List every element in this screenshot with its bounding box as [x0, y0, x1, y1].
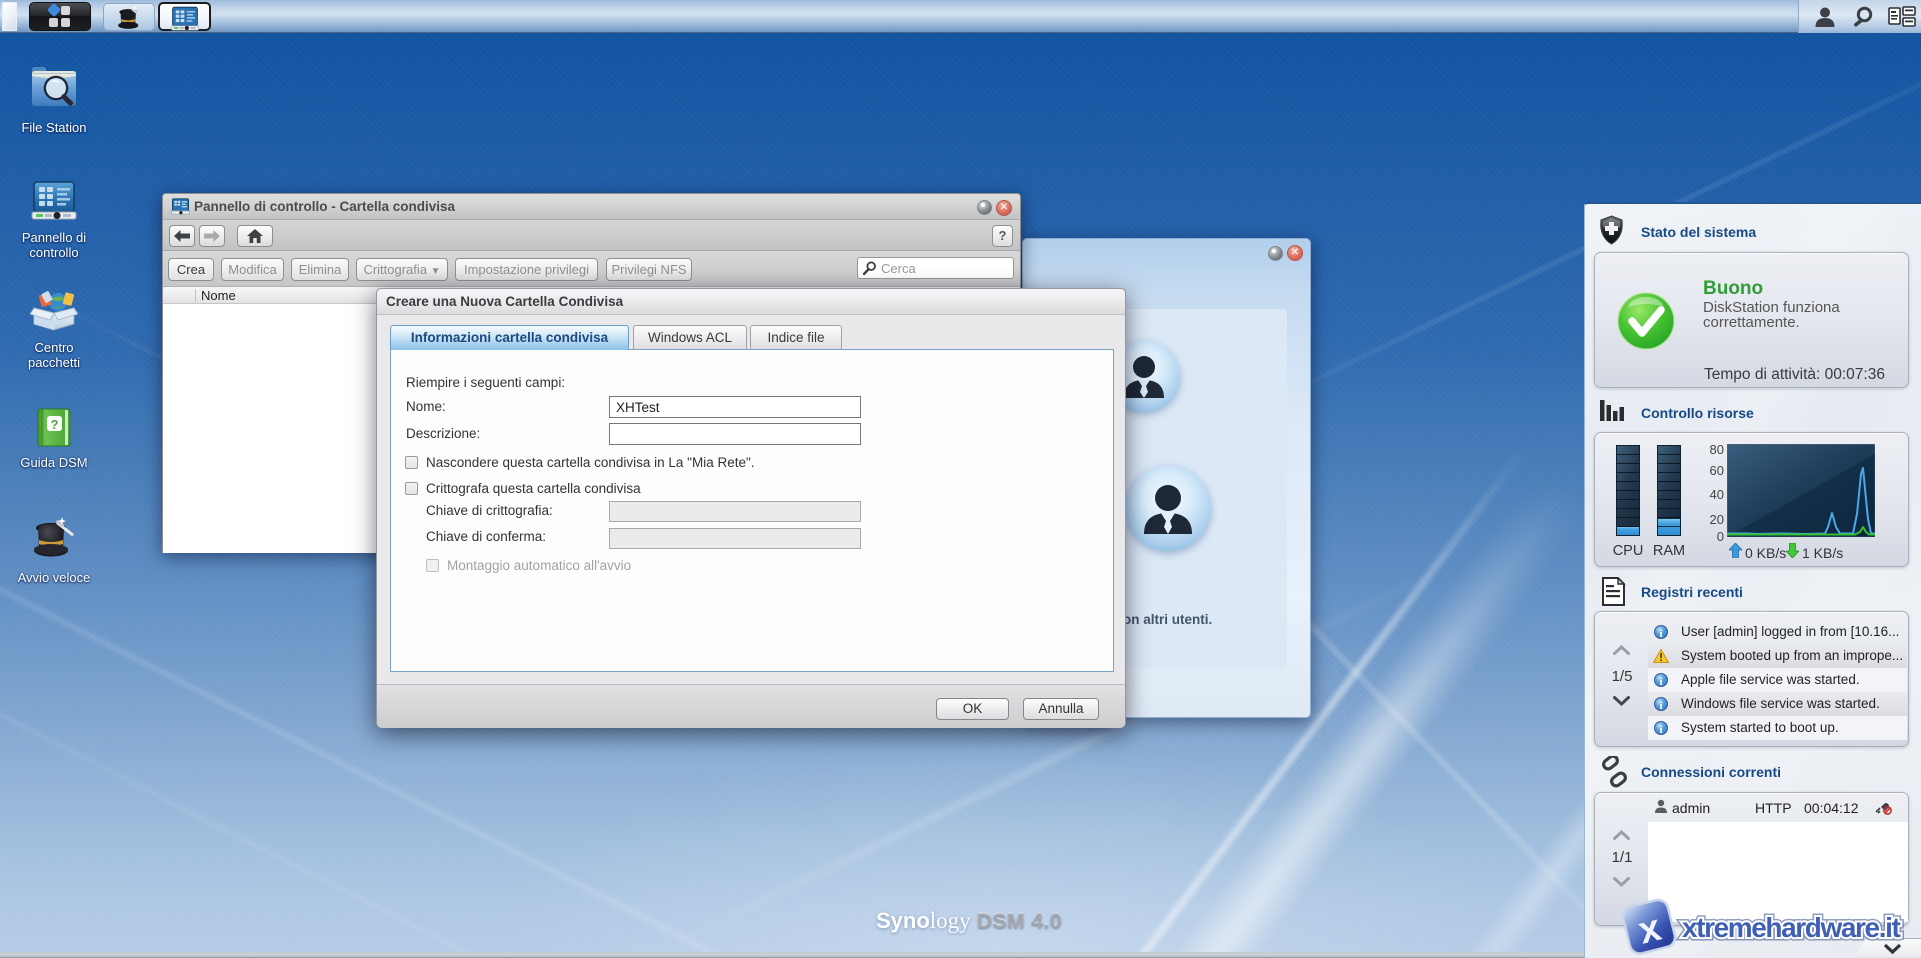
svg-text:xtremehardware.it: xtremehardware.it	[1682, 912, 1900, 943]
svg-text:?: ?	[51, 417, 59, 432]
